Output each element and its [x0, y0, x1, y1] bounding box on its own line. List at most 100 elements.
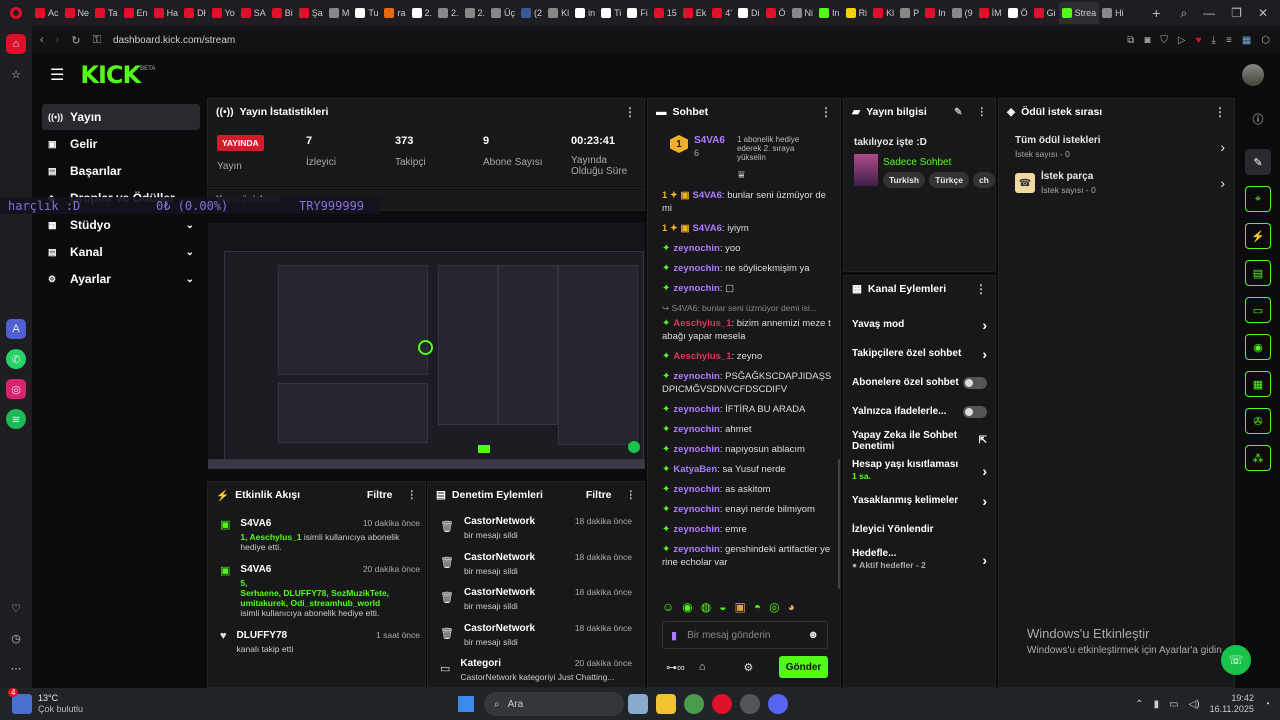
maximize-button[interactable]: ❐: [1231, 6, 1242, 21]
browser-tab[interactable]: Kl: [870, 2, 897, 24]
browser-tab[interactable]: In: [816, 2, 843, 24]
browser-tab[interactable]: Dł: [181, 2, 209, 24]
feed-user[interactable]: S4VA6: [240, 564, 271, 575]
emoji-icon[interactable]: ☻: [807, 629, 819, 641]
chrome-icon[interactable]: [684, 694, 705, 714]
volume-icon[interactable]: ◁): [1189, 699, 1200, 710]
chevron-up-icon[interactable]: ⌃: [1135, 699, 1143, 710]
file-explorer-icon[interactable]: [656, 694, 677, 714]
site-info-icon[interactable]: ⚿: [93, 34, 101, 47]
browser-tab[interactable]: Şa: [296, 2, 326, 24]
emote-icon[interactable]: ▣: [734, 600, 745, 614]
filter-button[interactable]: Filtre: [586, 489, 612, 501]
chat-username[interactable]: S4VA6: [693, 223, 722, 234]
emote-icon[interactable]: ◍: [701, 600, 711, 614]
chat-username[interactable]: zeynochin: [673, 484, 719, 495]
extension-icon[interactable]: ▦: [1242, 35, 1251, 46]
copilot-icon[interactable]: [628, 694, 649, 714]
category-name[interactable]: Sadece Sohbet: [883, 157, 951, 168]
more-options-icon[interactable]: ⋮: [626, 489, 637, 501]
browser-tab[interactable]: Ri: [843, 2, 871, 24]
camera-icon[interactable]: ◙: [1144, 35, 1150, 46]
browser-tab[interactable]: Ac: [32, 2, 62, 24]
lightning-icon[interactable]: ⚡: [1245, 223, 1271, 249]
stream-preview-video[interactable]: [208, 223, 645, 469]
browser-tab[interactable]: Fi: [624, 2, 651, 24]
filter-button[interactable]: Filtre: [367, 489, 393, 501]
opera-logo[interactable]: [0, 0, 32, 26]
chat-username[interactable]: zeynochin: [673, 524, 719, 535]
emote-icon[interactable]: ◓: [754, 600, 761, 614]
infinity-icon[interactable]: ⊶∞: [666, 661, 685, 674]
channel-action-row[interactable]: Abonelere özel sohbet: [844, 368, 995, 397]
channel-action-row[interactable]: Hedefle... ● Aktif hedefler - 2 ›: [844, 544, 995, 575]
channel-action-row[interactable]: Yalnızca ifadelerle...: [844, 397, 995, 426]
heart-icon[interactable]: ♥: [1196, 35, 1202, 46]
chat-message[interactable]: ✦ zeynochin: enayi nerde bilmiyom: [662, 503, 832, 516]
browser-tab[interactable]: Ni: [789, 2, 817, 24]
search-tabs-icon[interactable]: ⌕: [1180, 6, 1187, 21]
clock[interactable]: 19:42 16.11.2025: [1210, 693, 1254, 715]
chat-message[interactable]: ✦ zeynochin: yoo: [662, 242, 832, 255]
moderator-name[interactable]: CastorNetwork: [464, 552, 535, 563]
browser-tab[interactable]: Di: [735, 2, 763, 24]
chat-username[interactable]: Aeschylus_1: [673, 351, 731, 362]
nav-item[interactable]: ▤ Başarılar: [42, 158, 200, 184]
heart-outline-icon[interactable]: ♡: [6, 598, 26, 618]
screenshot-icon[interactable]: ⧉: [1127, 35, 1134, 46]
wrench-icon[interactable]: ✇: [1245, 408, 1271, 434]
menu-icon[interactable]: ≡: [1226, 35, 1232, 46]
moderator-name[interactable]: CastorNetwork: [464, 516, 535, 527]
browser-tab[interactable]: (2: [518, 2, 545, 24]
song-request-row[interactable]: ☎ İstek parça İstek sayısı - 0 ›: [1015, 171, 1225, 195]
browser-tab[interactable]: ra: [381, 2, 408, 24]
mic-icon[interactable]: ▮: [1154, 699, 1160, 710]
browser-tab[interactable]: In: [922, 2, 949, 24]
more-options-icon[interactable]: ⋮: [1214, 105, 1226, 119]
aria-icon[interactable]: A: [6, 319, 26, 339]
browser-tab[interactable]: Strea: [1058, 2, 1100, 24]
chat-username[interactable]: zeynochin: [673, 424, 719, 435]
nav-item[interactable]: ▣ Gelir: [42, 131, 200, 157]
close-button[interactable]: ✕: [1258, 6, 1268, 21]
chat-message[interactable]: ✦ zeynochin: emre: [662, 523, 832, 536]
chat-message[interactable]: ✦ Aeschylus_1: bizim annemizi meze tabağı…: [662, 317, 832, 343]
download-icon[interactable]: ⤓: [1212, 35, 1216, 46]
chat-username[interactable]: zeynochin: [673, 371, 719, 382]
channel-action-row[interactable]: Hesap yaşı kısıtlaması 1 sa. ›: [844, 455, 995, 486]
browser-tab[interactable]: Ta: [92, 2, 121, 24]
chat-username[interactable]: zeynochin: [673, 444, 719, 455]
nav-item[interactable]: ▦ Stüdyo ⌄: [42, 212, 200, 238]
send-button[interactable]: Gönder: [779, 656, 828, 678]
browser-tab[interactable]: Tu: [352, 2, 381, 24]
chat-message[interactable]: ↪ S4VA6: bunlar seni üzmüyor demi isi...: [662, 302, 832, 315]
chat-username[interactable]: zeynochin: [673, 504, 719, 515]
chat-message[interactable]: ✦ zeynochin: ▢: [662, 282, 832, 295]
toggle-switch[interactable]: [963, 376, 987, 389]
more-options-icon[interactable]: ⋮: [820, 105, 832, 119]
chat-username[interactable]: S4VA6: [693, 190, 722, 201]
browser-tab[interactable]: Üç: [488, 2, 518, 24]
search-box[interactable]: ⌕ Ara: [484, 692, 625, 716]
moderator-name[interactable]: CastorNetwork: [464, 623, 535, 634]
gear-icon[interactable]: ⚙: [744, 661, 754, 674]
chat-username[interactable]: zeynochin: [673, 263, 719, 274]
chat-input-placeholder[interactable]: Bir mesaj gönderin: [687, 630, 797, 641]
start-icon[interactable]: [458, 696, 475, 712]
info-icon[interactable]: ⓘ: [1245, 106, 1271, 132]
browser-tab[interactable]: Ti: [598, 2, 624, 24]
chat-username[interactable]: KatyaBen: [673, 464, 717, 475]
broadcast-icon[interactable]: ◉: [1245, 334, 1271, 360]
play-icon[interactable]: ▷: [1178, 35, 1186, 46]
chat-message[interactable]: 1 ✦ ▣ S4VA6: bunlar seni üzmüyor demi: [662, 189, 832, 215]
collapse-pin-icon[interactable]: ⩸: [738, 169, 745, 182]
browser-tab[interactable]: En: [121, 2, 151, 24]
browser-tab[interactable]: Yo: [209, 2, 238, 24]
browser-tab[interactable]: in: [572, 2, 598, 24]
settings-icon[interactable]: ⬡: [1261, 35, 1270, 46]
hamburger-menu-icon[interactable]: ☰: [50, 65, 64, 85]
star-icon[interactable]: ☆: [6, 64, 26, 84]
chat-message[interactable]: ✦ zeynochin: genshindeki artifactler yeri…: [662, 543, 832, 569]
apps-icon[interactable]: ⁂: [1245, 445, 1271, 471]
instagram-icon[interactable]: ◎: [6, 379, 26, 399]
